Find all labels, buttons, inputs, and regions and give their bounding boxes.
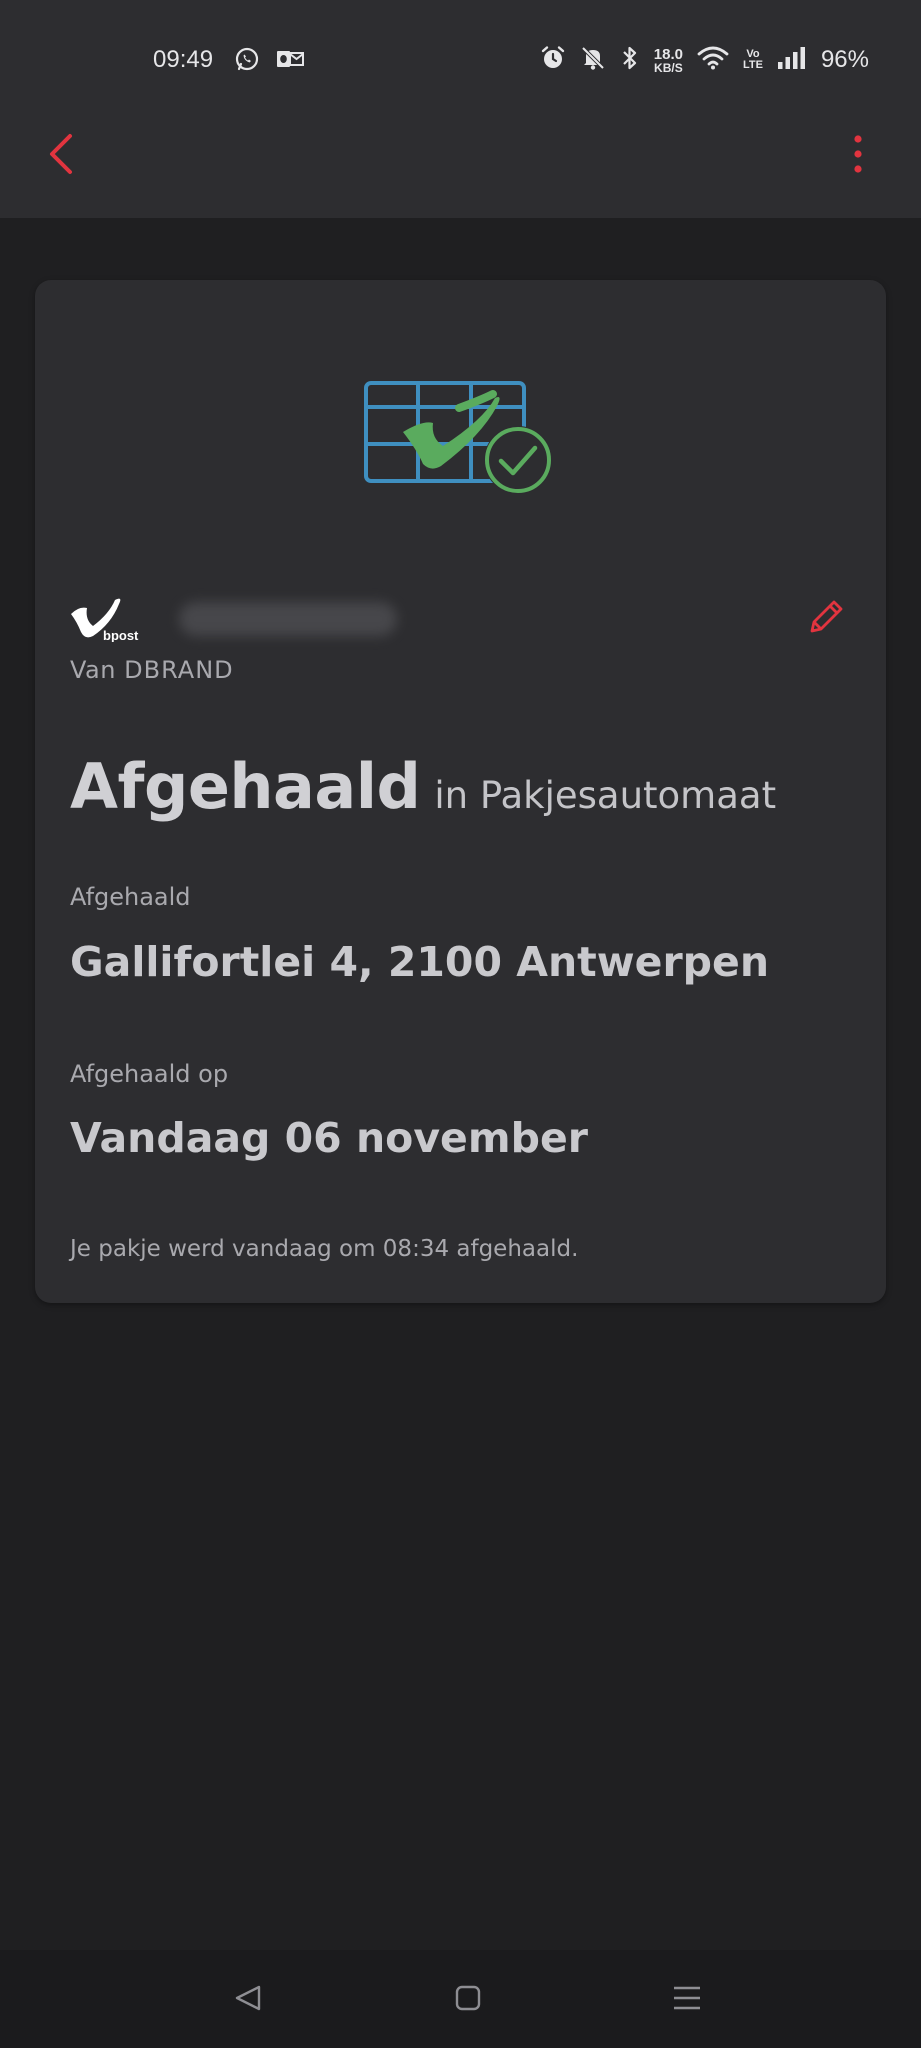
parcel-locker-delivered-icon [363,380,593,530]
pickup-note: Je pakje werd vandaag om 08:34 afgehaald… [70,1236,579,1262]
more-options-button[interactable] [840,130,876,182]
more-vertical-icon [853,134,863,178]
battery-level: 96% [820,46,869,73]
nav-recents-button[interactable] [657,1970,717,2030]
whatsapp-icon [234,46,260,76]
pencil-icon [807,596,847,640]
from-prefix: Van [70,656,116,684]
edit-parcel-button[interactable] [803,594,851,642]
status-bar: 09:49 18.0 KB/S Vo LTE 96% [0,0,921,120]
system-navigation-bar [0,1950,921,2048]
svg-text:bpost: bpost [103,628,139,642]
nav-home-icon [453,1983,483,2017]
parcel-status: Afgehaald in Pakjesautomaat [70,750,776,823]
back-button[interactable] [38,130,82,182]
nav-back-icon [233,1983,263,2017]
sender-name: DBRAND [124,656,234,684]
parcel-card: bpost Van DBRAND Afgehaald in Pakjesauto… [35,280,886,1303]
nav-recents-icon [672,1983,702,2017]
bell-off-icon [580,45,606,75]
date-value: Vandaag 06 november [70,1114,588,1162]
bpost-logo-icon: bpost [69,596,159,643]
carrier-row: bpost [69,596,397,643]
system-status-icons: 18.0 KB/S Vo LTE 96% [540,44,869,76]
location-label: Afgehaald [70,883,191,911]
status-title: Afgehaald [70,750,421,823]
tracking-number-redacted [179,602,397,636]
top-app-bar: 09:49 18.0 KB/S Vo LTE 96% [0,0,921,218]
status-location-type: in Pakjesautomaat [434,774,777,817]
outlook-icon [276,48,304,74]
network-speed: 18.0 KB/S [653,45,683,75]
signal-icon [777,46,807,74]
notification-icons [234,46,304,76]
status-time: 09:49 [153,46,214,73]
date-label: Afgehaald op [70,1060,229,1088]
location-value: Gallifortlei 4, 2100 Antwerpen [70,938,770,986]
sender-line: Van DBRAND [70,656,234,684]
alarm-icon [540,45,566,75]
volte-indicator: Vo LTE [742,48,763,71]
nav-home-button[interactable] [438,1970,498,2030]
bluetooth-icon [620,44,640,76]
wifi-icon [697,46,729,74]
nav-back-button[interactable] [218,1970,278,2030]
chevron-left-icon [46,132,74,180]
parcel-detail-screen: 09:49 18.0 KB/S Vo LTE 96% bpost Van DBR… [0,0,921,2048]
